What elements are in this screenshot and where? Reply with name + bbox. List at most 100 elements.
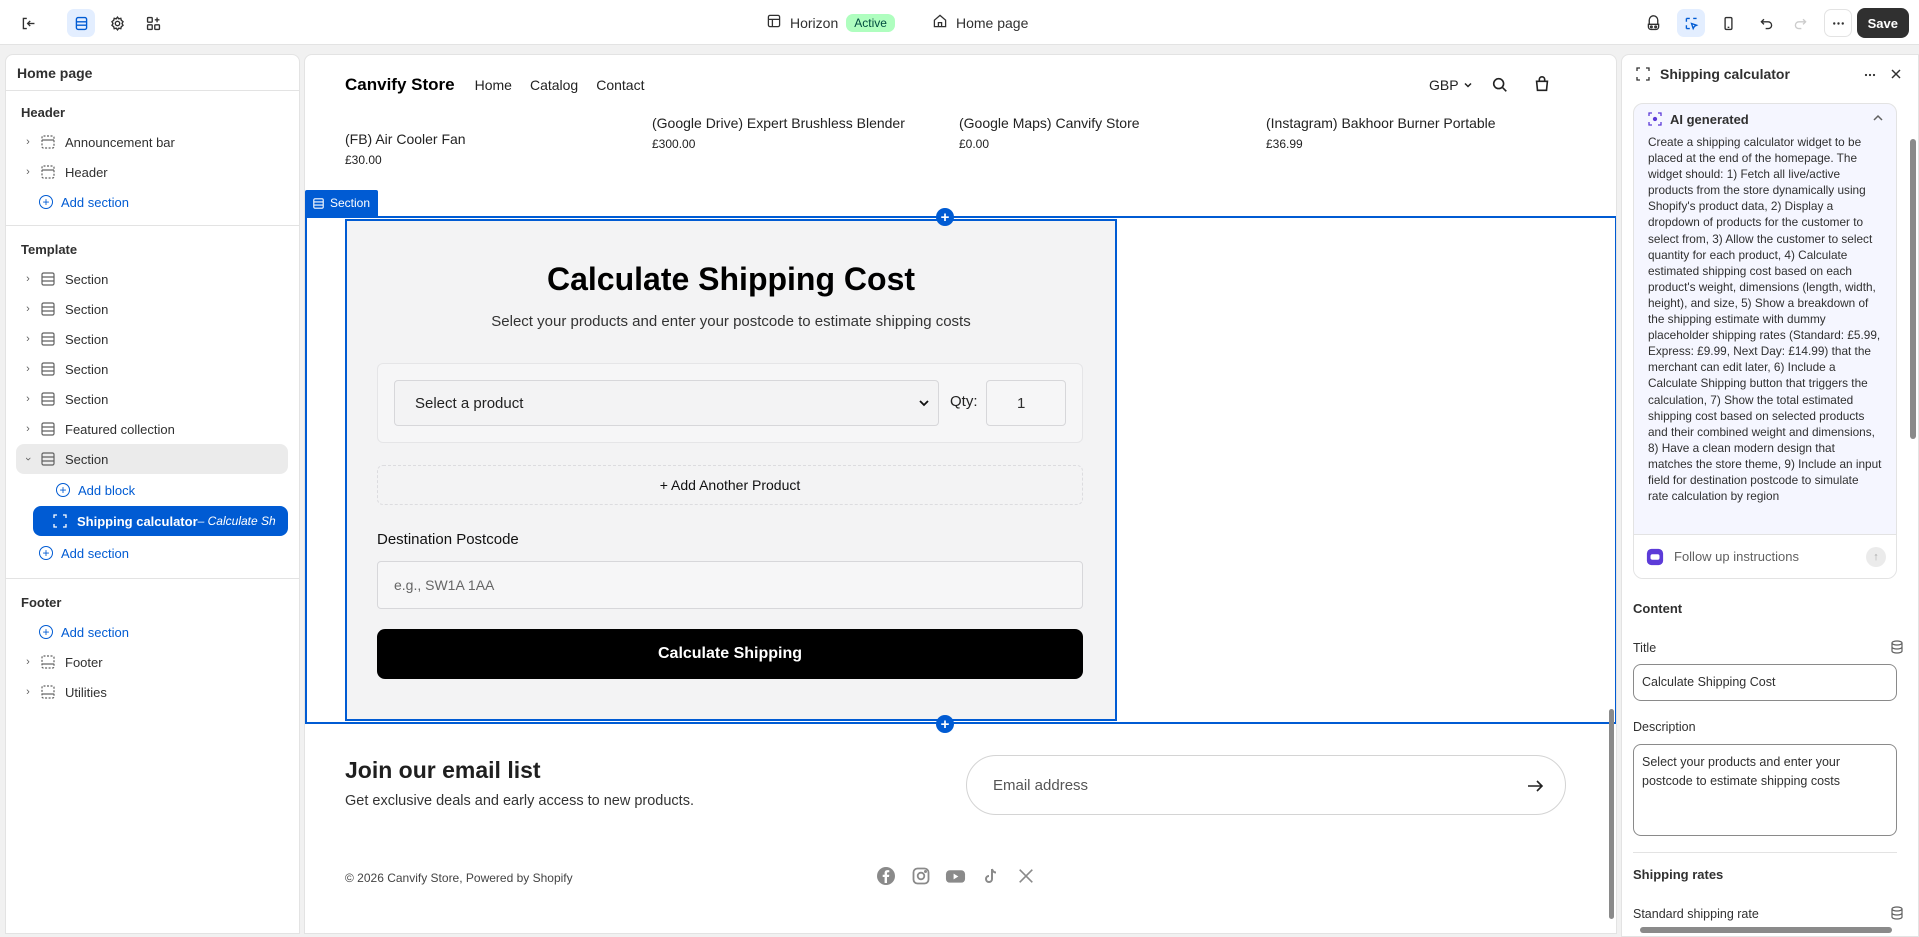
more-icon[interactable]: [1862, 67, 1878, 83]
product-select[interactable]: Select a product: [394, 380, 939, 426]
description-textarea[interactable]: Select your products and enter your post…: [1633, 744, 1897, 836]
currency-selector[interactable]: GBP: [1429, 77, 1473, 93]
page-selector[interactable]: Home page: [932, 0, 1028, 45]
tree-item-header[interactable]: › Header: [6, 157, 299, 187]
settings-header: Shipping calculator: [1622, 55, 1918, 93]
qty-input[interactable]: 1: [986, 380, 1066, 426]
chevron-right-icon[interactable]: ›: [21, 363, 35, 375]
tiktok-icon[interactable]: [980, 865, 1001, 886]
product-card[interactable]: (FB) Air Cooler Fan £30.00: [345, 131, 466, 167]
gear-icon[interactable]: [103, 9, 131, 37]
chevron-right-icon[interactable]: ›: [21, 166, 35, 178]
product-card[interactable]: (Instagram) Bakhoor Burner Portable £36.…: [1266, 115, 1496, 151]
shipping-calculator-block[interactable]: Calculate Shipping Cost Select your prod…: [345, 219, 1117, 721]
chevron-down-icon: [919, 400, 929, 407]
settings-scrollbar[interactable]: [1909, 99, 1917, 936]
exit-icon[interactable]: [14, 9, 42, 37]
tree-item-label: Utilities: [65, 684, 107, 700]
chevron-right-icon[interactable]: ›: [21, 686, 35, 698]
tree-item-label: Section: [65, 301, 109, 317]
undo-icon[interactable]: [1752, 9, 1780, 37]
save-button[interactable]: Save: [1856, 8, 1909, 38]
section-tag[interactable]: Section: [305, 190, 379, 216]
redo-icon[interactable]: [1786, 9, 1814, 37]
plus-circle-icon: +: [39, 546, 53, 560]
scrollbar-thumb[interactable]: [1910, 139, 1916, 439]
product-row: Select a product Qty: 1: [377, 363, 1083, 443]
follow-up-input[interactable]: Follow up instructions ↑: [1634, 534, 1896, 578]
tree-item-featured-collection[interactable]: › Featured collection: [6, 414, 299, 444]
theme-name: Horizon: [790, 14, 839, 31]
product-card[interactable]: (Google Maps) Canvify Store £0.00: [959, 115, 1140, 151]
tree-item-label: Section: [65, 331, 109, 347]
tree-item-section-expanded[interactable]: › Section: [16, 444, 288, 474]
title-input[interactable]: Calculate Shipping Cost: [1633, 664, 1897, 701]
chevron-up-icon[interactable]: [1872, 112, 1884, 124]
chevron-right-icon[interactable]: ›: [21, 656, 35, 668]
settings-horizontal-scrollbar[interactable]: [1622, 924, 1918, 934]
add-section-below-button[interactable]: +: [936, 715, 954, 733]
theme-icon: [766, 13, 782, 32]
chevron-right-icon[interactable]: ›: [21, 333, 35, 345]
tree-item-shipping-calculator[interactable]: Shipping calculator – Calculate Sh: [33, 506, 288, 536]
nav-contact[interactable]: Contact: [596, 77, 644, 93]
product-card[interactable]: (Google Drive) Expert Brushless Blender …: [652, 115, 905, 151]
chevron-right-icon[interactable]: ›: [21, 136, 35, 148]
tree-item-label: Section: [65, 451, 109, 467]
canvas-scrollbar[interactable]: [1606, 55, 1616, 933]
send-icon[interactable]: ↑: [1866, 547, 1886, 567]
nav-catalog[interactable]: Catalog: [530, 77, 578, 93]
arrow-right-icon[interactable]: [1525, 776, 1545, 796]
email-input[interactable]: Email address: [966, 755, 1566, 815]
chevron-right-icon[interactable]: ›: [21, 303, 35, 315]
instagram-icon[interactable]: [910, 865, 931, 886]
nav-home[interactable]: Home: [475, 77, 512, 93]
store-logo[interactable]: Canvify Store: [345, 75, 455, 95]
add-block[interactable]: + Add block: [6, 474, 299, 506]
section-icon: [41, 422, 57, 436]
ai-card-header[interactable]: AI generated: [1634, 104, 1896, 134]
tree-item-section[interactable]: › Section: [6, 324, 299, 354]
tree-item-section[interactable]: › Section: [6, 354, 299, 384]
tree-item-announcement-bar[interactable]: › Announcement bar: [6, 127, 299, 157]
facebook-icon[interactable]: [875, 865, 896, 886]
tree-item-section[interactable]: › Section: [6, 264, 299, 294]
close-icon[interactable]: [1888, 66, 1904, 82]
apps-icon[interactable]: [139, 9, 167, 37]
tree-item-footer[interactable]: › Footer: [6, 647, 299, 677]
scrollbar-thumb[interactable]: [1640, 927, 1892, 933]
youtube-icon[interactable]: [945, 865, 966, 886]
add-section-above-button[interactable]: +: [936, 208, 954, 226]
tree-item-section[interactable]: › Section: [6, 384, 299, 414]
chevron-right-icon[interactable]: ›: [21, 273, 35, 285]
mobile-view-icon[interactable]: [1714, 9, 1742, 37]
chevron-right-icon[interactable]: ›: [21, 393, 35, 405]
preview-icon[interactable]: [1639, 9, 1667, 37]
scrollbar-thumb[interactable]: [1609, 709, 1614, 919]
cart-icon[interactable]: [1533, 75, 1551, 96]
dynamic-source-icon[interactable]: [1890, 906, 1904, 920]
tree-item-utilities[interactable]: › Utilities: [6, 677, 299, 707]
theme-selector[interactable]: Horizon Active: [766, 0, 895, 45]
add-section-footer[interactable]: + Add section: [6, 617, 299, 647]
chevron-down-icon[interactable]: ›: [22, 452, 34, 466]
chevron-right-icon[interactable]: ›: [21, 423, 35, 435]
preview-canvas: Canvify Store Home Catalog Contact GBP (…: [304, 54, 1617, 934]
product-price: £36.99: [1266, 137, 1303, 151]
status-badge: Active: [846, 13, 895, 32]
plus-circle-icon: +: [39, 195, 53, 209]
inspector-icon[interactable]: [1677, 9, 1705, 37]
add-another-product-button[interactable]: + Add Another Product: [377, 465, 1083, 505]
sections-icon[interactable]: [67, 9, 95, 37]
calculate-shipping-button[interactable]: Calculate Shipping: [377, 629, 1083, 679]
add-section-header[interactable]: + Add section: [6, 187, 299, 217]
content-heading: Content: [1633, 601, 1683, 616]
postcode-input[interactable]: e.g., SW1A 1AA: [377, 561, 1083, 609]
tree-item-label: Footer: [65, 654, 103, 670]
tree-item-section[interactable]: › Section: [6, 294, 299, 324]
search-icon[interactable]: [1491, 76, 1509, 97]
more-icon[interactable]: [1824, 9, 1852, 37]
dynamic-source-icon[interactable]: [1890, 640, 1904, 654]
add-section-template[interactable]: + Add section: [6, 536, 299, 570]
x-icon[interactable]: [1015, 865, 1036, 886]
